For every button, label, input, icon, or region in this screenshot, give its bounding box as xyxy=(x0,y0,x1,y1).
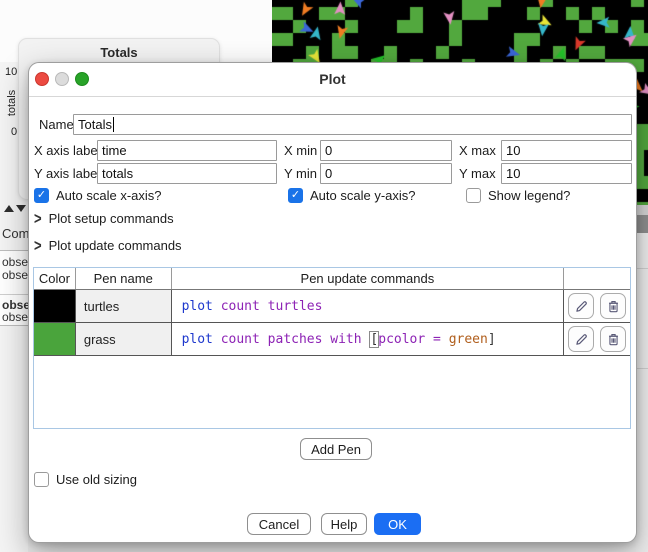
divider xyxy=(0,294,28,295)
col-header-pen-update-commands: Pen update commands xyxy=(172,268,565,289)
output-line: obse xyxy=(2,268,28,282)
y-axis-label: totals xyxy=(6,79,20,127)
command-input: obse xyxy=(2,310,28,324)
col-header-pen-name: Pen name xyxy=(76,268,172,289)
chevron-right-icon: > xyxy=(34,209,42,228)
x-max-input[interactable]: 10 xyxy=(501,140,632,161)
window-edge-strip xyxy=(636,205,648,215)
y-max-tick: 10 xyxy=(5,66,17,78)
ok-button[interactable]: OK xyxy=(374,513,421,535)
autoscale-y-checkbox[interactable]: ✓ xyxy=(288,188,303,203)
window-edge-strip xyxy=(636,233,648,552)
x-max-value: 10 xyxy=(506,143,520,158)
plot-dialog: Plot Name Totals X axis label time X min… xyxy=(28,62,637,543)
x-min-label: X min xyxy=(284,140,317,161)
y-min-tick: 0 xyxy=(11,126,17,138)
autoscale-y-label: Auto scale y-axis? xyxy=(310,188,416,204)
pencil-icon xyxy=(574,332,589,347)
dialog-title: Plot xyxy=(29,63,636,96)
pen-actions-cell xyxy=(564,290,630,322)
delete-pen-button[interactable] xyxy=(600,293,626,319)
col-header-color: Color xyxy=(34,268,76,289)
pen-name-cell[interactable]: grass xyxy=(76,323,172,355)
x-min-input[interactable]: 0 xyxy=(320,140,452,161)
pen-table: Color Pen name Pen update commands turtl… xyxy=(33,267,631,429)
y-max-input[interactable]: 10 xyxy=(501,163,632,184)
y-min-input[interactable]: 0 xyxy=(320,163,452,184)
code-token: plot xyxy=(182,299,213,314)
add-pen-button[interactable]: Add Pen xyxy=(300,438,372,460)
pen-table-row: turtlesplot count turtles xyxy=(34,290,630,323)
y-axis-label-value: totals xyxy=(102,166,133,181)
plot-update-commands-label: Plot update commands xyxy=(49,238,182,253)
plot-update-commands-disclosure[interactable]: > Plot update commands xyxy=(34,237,182,253)
y-max-value: 10 xyxy=(506,166,520,181)
cancel-button[interactable]: Cancel xyxy=(247,513,311,535)
autoscale-x-label: Auto scale x-axis? xyxy=(56,188,162,204)
show-legend-label: Show legend? xyxy=(488,188,570,204)
command-center-output: obse obse obse obse xyxy=(0,250,28,326)
edit-pen-button[interactable] xyxy=(568,293,594,319)
screen: Totals 10 totals 0 Com obse obse obse ob… xyxy=(0,0,648,552)
y-axis-label-label: Y axis label xyxy=(34,163,100,184)
code-token: plot xyxy=(182,332,213,347)
collapse-down-icon xyxy=(16,205,26,212)
plot-widget-title: Totals xyxy=(19,45,219,60)
code-token: ] xyxy=(488,332,496,347)
pen-name-cell[interactable]: turtles xyxy=(76,290,172,322)
trash-icon xyxy=(606,299,621,314)
pen-table-header: Color Pen name Pen update commands xyxy=(34,268,630,290)
plot-setup-commands-label: Plot setup commands xyxy=(49,211,174,226)
y-axis-label-input[interactable]: totals xyxy=(97,163,277,184)
pencil-icon xyxy=(574,299,589,314)
plot-setup-commands-disclosure[interactable]: > Plot setup commands xyxy=(34,210,174,226)
pen-update-commands-cell[interactable]: plot count turtles xyxy=(172,290,565,322)
x-axis-label-input[interactable]: time xyxy=(97,140,277,161)
show-legend-checkbox[interactable]: ✓ xyxy=(466,188,481,203)
autoscale-x-checkbox[interactable]: ✓ xyxy=(34,188,49,203)
output-line: obse xyxy=(2,255,28,269)
x-axis-label-value: time xyxy=(102,143,127,158)
window-edge-strip xyxy=(636,215,648,233)
pen-actions-cell xyxy=(564,323,630,355)
use-old-sizing-label: Use old sizing xyxy=(56,472,137,488)
name-input[interactable]: Totals xyxy=(73,114,632,135)
check-icon: ✓ xyxy=(37,190,46,201)
y-min-label: Y min xyxy=(284,163,317,184)
y-min-value: 0 xyxy=(325,166,332,181)
x-max-label: X max xyxy=(459,140,496,161)
name-label: Name xyxy=(39,114,74,135)
code-token: count turtles xyxy=(213,299,323,314)
pen-rows: turtlesplot count turtlesgrassplot count… xyxy=(34,290,630,356)
trash-icon xyxy=(606,332,621,347)
x-axis-label-label: X axis label xyxy=(34,140,100,161)
dialog-titlebar: Plot xyxy=(29,63,636,97)
col-header-actions xyxy=(564,268,630,289)
text-caret xyxy=(113,117,114,132)
name-value: Totals xyxy=(78,117,112,132)
edit-pen-button[interactable] xyxy=(568,326,594,352)
help-button[interactable]: Help xyxy=(321,513,367,535)
code-token: count patches with xyxy=(213,332,370,347)
x-min-value: 0 xyxy=(325,143,332,158)
y-max-label: Y max xyxy=(459,163,496,184)
collapse-up-icon xyxy=(4,205,14,212)
use-old-sizing-checkbox[interactable]: ✓ xyxy=(34,472,49,487)
chevron-right-icon: > xyxy=(34,236,42,255)
pen-update-commands-cell[interactable]: plot count patches with [pcolor = green] xyxy=(172,323,565,355)
delete-pen-button[interactable] xyxy=(600,326,626,352)
check-icon: ✓ xyxy=(291,190,300,201)
pen-color-swatch[interactable] xyxy=(34,290,76,322)
pen-color-swatch[interactable] xyxy=(34,323,76,355)
code-token: green xyxy=(449,332,488,347)
command-center-title: Com xyxy=(2,226,28,241)
pen-table-row: grassplot count patches with [pcolor = g… xyxy=(34,323,630,356)
code-token: pcolor = xyxy=(378,332,448,347)
